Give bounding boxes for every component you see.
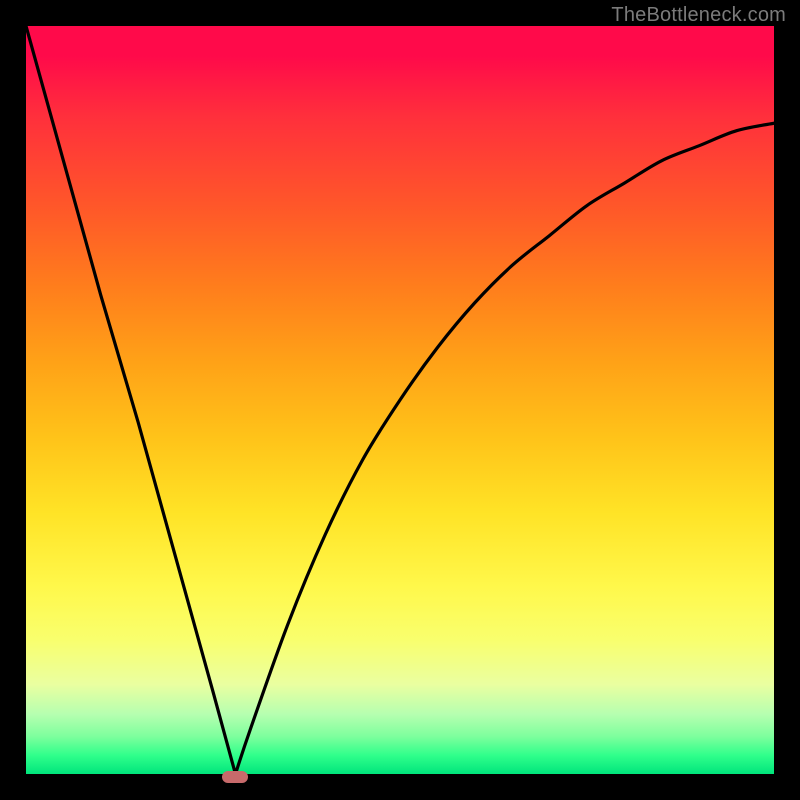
chart-area: [26, 26, 774, 774]
bottleneck-curve: [26, 26, 774, 774]
optimal-marker: [222, 771, 248, 783]
curve-path: [26, 26, 774, 774]
watermark-text: TheBottleneck.com: [611, 4, 786, 27]
